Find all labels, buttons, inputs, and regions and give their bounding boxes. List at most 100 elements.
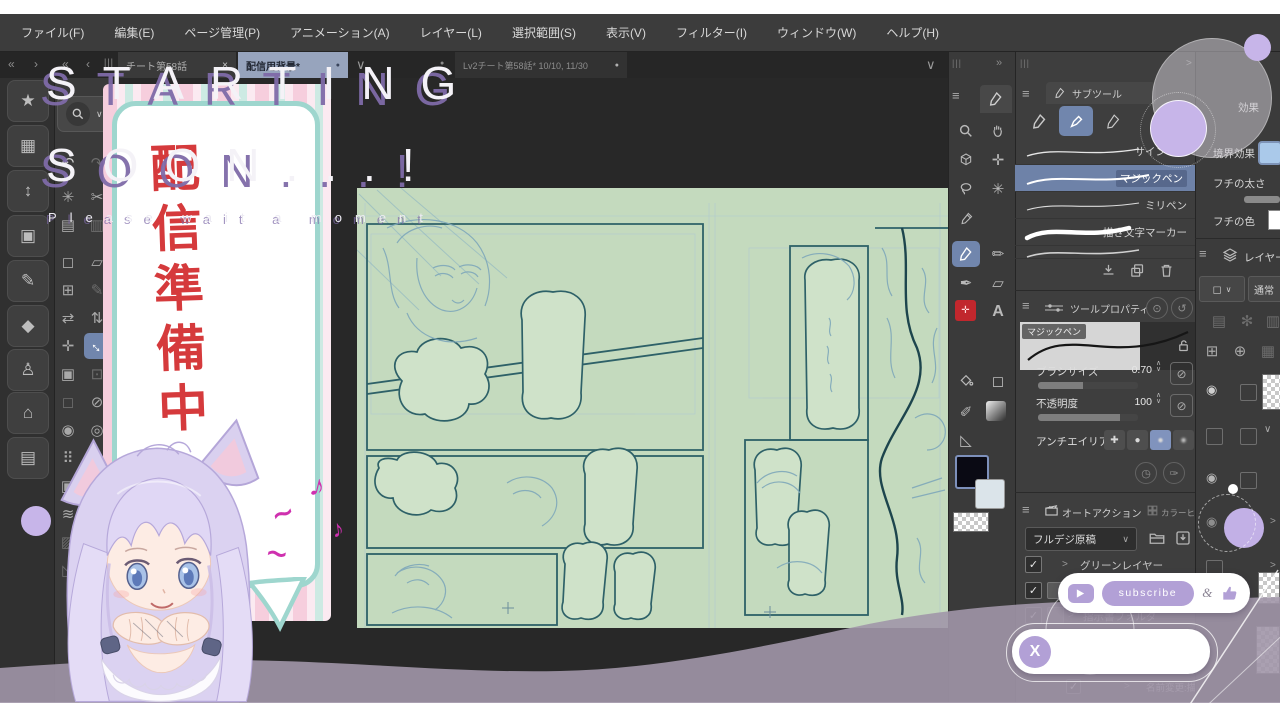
lasso-tool-icon[interactable]: [952, 176, 980, 202]
brush-size-stepper[interactable]: ∧∨: [1156, 361, 1161, 373]
menu-view[interactable]: 表示(V): [591, 24, 661, 41]
import-action-icon[interactable]: [1174, 529, 1192, 547]
canvas-tab-overflow-chevron-icon[interactable]: ∨: [926, 57, 936, 73]
subtool-group-pen3-icon[interactable]: [1096, 106, 1130, 136]
menu-page-manage[interactable]: ページ管理(P): [169, 24, 275, 41]
subtool-group-pen1-icon[interactable]: [1022, 106, 1056, 136]
antialias-medium-button-selected[interactable]: ●: [1150, 430, 1171, 450]
menu-edit[interactable]: 編集(E): [99, 24, 169, 41]
action-row2-checkbox[interactable]: ✓: [1025, 582, 1042, 599]
search-dropdown-chevron-icon[interactable]: ∨: [96, 109, 103, 120]
opacity-dynamics-button[interactable]: ⊘: [1170, 394, 1193, 417]
mesh-transform-icon[interactable]: ⊞: [55, 277, 81, 303]
eyedropper-tool-icon[interactable]: [952, 205, 980, 231]
antialias-strong-button[interactable]: ●: [1173, 430, 1194, 450]
hand-tool-icon[interactable]: [984, 118, 1012, 144]
text-tool-icon[interactable]: A: [984, 299, 1012, 325]
blend-mode-select[interactable]: 通常: [1248, 276, 1280, 302]
ruler-tool-icon[interactable]: ◺: [952, 427, 980, 453]
decoration-tool-red-icon[interactable]: ✛: [955, 300, 976, 321]
palette-favorites-icon[interactable]: ★: [7, 80, 49, 122]
antialias-none-button[interactable]: ✚: [1104, 430, 1125, 450]
move-rotate-icon[interactable]: ✛: [55, 333, 81, 359]
delete-subtool-trash-icon[interactable]: [1158, 262, 1175, 279]
marker-tool-icon[interactable]: ✐: [952, 399, 980, 425]
new-layer-folder-icon[interactable]: ⊕: [1227, 338, 1253, 364]
move-tool-icon[interactable]: ✛: [984, 147, 1012, 173]
layer-effect-icon[interactable]: ✻: [1234, 308, 1260, 334]
layer-thumbnail-mode-select[interactable]: ◻∨: [1199, 276, 1245, 302]
palette-arrange-icon[interactable]: ↕: [7, 170, 49, 212]
border-effect-toggle[interactable]: [1258, 141, 1280, 165]
layer-expand-icon[interactable]: >: [1270, 516, 1276, 527]
layer-panel-menu-icon[interactable]: ≡: [1199, 246, 1207, 261]
eraser-tool-icon[interactable]: ▱: [984, 270, 1012, 296]
action-row1-label[interactable]: グリーンレイヤー: [1080, 558, 1163, 573]
layer-clip-icon[interactable]: ▤: [1206, 308, 1232, 334]
palette-edit-material-icon[interactable]: ✎: [7, 260, 49, 302]
menu-layer[interactable]: レイヤー(L): [405, 24, 497, 41]
auto-select-wand-icon[interactable]: ✳: [984, 176, 1012, 202]
new-action-folder-icon[interactable]: [1148, 529, 1166, 547]
gradient-tool-icon[interactable]: [986, 401, 1006, 421]
subtool-menu-icon[interactable]: ≡: [1022, 86, 1030, 101]
layer-ref-icon[interactable]: ▥: [1260, 308, 1280, 334]
brush-row-millipen[interactable]: ミリペン: [1015, 192, 1195, 219]
thumbs-up-icon[interactable]: [1220, 583, 1240, 603]
layer-check-frame[interactable]: [1240, 428, 1257, 445]
menu-selection[interactable]: 選択範囲(S): [497, 24, 591, 41]
stroke-history-icon[interactable]: ◷: [1135, 462, 1157, 484]
subtool-tab[interactable]: サブツール: [1046, 82, 1156, 104]
panel-collapse-icon[interactable]: »: [996, 57, 1002, 69]
property-reset-button[interactable]: ↺: [1171, 297, 1193, 319]
layer-thumbnail-checker[interactable]: [1258, 572, 1280, 604]
menu-animation[interactable]: アニメーション(A): [275, 24, 405, 41]
brush-row-lettering-marker[interactable]: 描き文字マーカー: [1015, 219, 1195, 246]
palette-materials-pattern-icon[interactable]: ▦: [7, 125, 49, 167]
layer-visible-eye-icon[interactable]: ◉: [1206, 382, 1217, 398]
layer-check-frame[interactable]: [1206, 428, 1223, 445]
layer-visible-eye-icon[interactable]: ◉: [1206, 470, 1217, 486]
brush-size-slider[interactable]: [1038, 382, 1138, 389]
layer-check-frame[interactable]: [1240, 472, 1257, 489]
manga-canvas[interactable]: [357, 188, 948, 628]
import-subtool-icon[interactable]: [1100, 262, 1117, 279]
youtube-icon[interactable]: [1068, 584, 1094, 603]
custom-settings-icon[interactable]: ✑: [1163, 462, 1185, 484]
opacity-value[interactable]: 100: [1124, 396, 1152, 408]
selection-launcher-icon[interactable]: ◻: [55, 389, 81, 415]
zoom-tool-icon[interactable]: [952, 118, 980, 144]
brush-size-dynamics-button[interactable]: ⊘: [1170, 362, 1193, 385]
palette-3d-material-icon[interactable]: ◆: [7, 305, 49, 347]
layer-collapse-chevron-icon[interactable]: ∨: [1264, 424, 1271, 435]
tab-nav-first-icon[interactable]: «: [8, 57, 15, 71]
tool-tab-pen-icon[interactable]: [980, 85, 1012, 113]
canvas-size-icon[interactable]: ▣: [55, 361, 81, 387]
fill-bucket-tool-icon[interactable]: [952, 368, 980, 394]
tool-menu-icon[interactable]: ≡: [952, 88, 972, 108]
transparent-color-swatch[interactable]: [953, 512, 989, 532]
pen-tool-selected-icon[interactable]: [952, 241, 980, 267]
figure-tool-icon[interactable]: ◻: [984, 368, 1012, 394]
tab-nav-next-icon[interactable]: ›: [34, 57, 38, 71]
new-layer-icon[interactable]: ⊞: [1199, 338, 1225, 364]
panel-handle-icon[interactable]: |||: [1020, 58, 1030, 68]
operation-3d-tool-icon[interactable]: [952, 147, 980, 173]
subscribe-button[interactable]: subscribe: [1102, 581, 1195, 606]
action-row3-checkbox[interactable]: ✓: [1025, 607, 1042, 624]
brush-row-magicpen-selected[interactable]: マジックペン: [1015, 165, 1195, 192]
layer-thumbnail-checker[interactable]: [1262, 374, 1280, 410]
layer-check-frame[interactable]: [1240, 384, 1257, 401]
x-banner[interactable]: X: [1012, 629, 1210, 674]
stroke-lock-icon[interactable]: [1176, 338, 1191, 353]
edge-color-swatch[interactable]: [1268, 210, 1280, 230]
layer-expand-icon[interactable]: >: [1270, 560, 1276, 571]
auto-action-set-select[interactable]: フルデジ原稿 ∨: [1025, 527, 1137, 551]
palette-image-material-icon[interactable]: ▣: [7, 215, 49, 257]
auto-action-menu-icon[interactable]: ≡: [1022, 502, 1030, 517]
brush-tool-icon[interactable]: ✒: [952, 270, 980, 296]
edge-width-slider[interactable]: [1244, 196, 1280, 203]
brush-row-partial[interactable]: [1015, 246, 1195, 259]
subtool-group-pen2-selected-icon[interactable]: [1059, 106, 1093, 136]
brush-size-value[interactable]: 0.70: [1124, 364, 1152, 376]
